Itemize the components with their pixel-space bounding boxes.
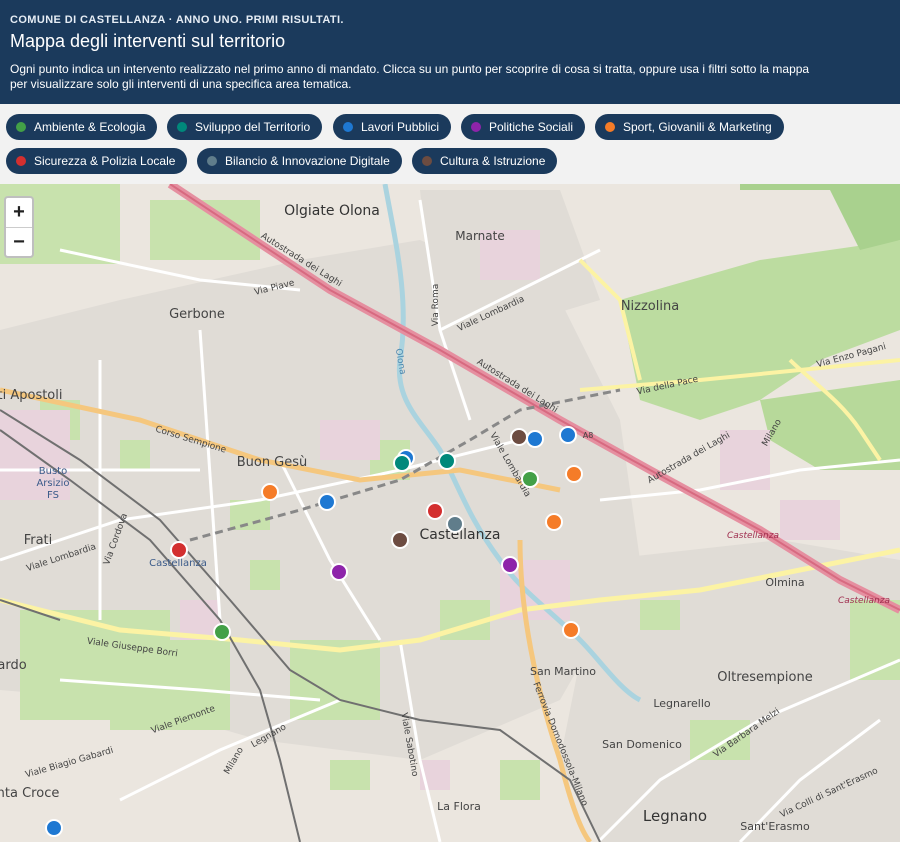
intervention-marker[interactable] [446, 515, 464, 533]
place-label: Castellanza [149, 558, 207, 569]
street-label: Via Roma [431, 284, 441, 326]
filter-ambiente-ecologia[interactable]: Ambiente & Ecologia [6, 114, 158, 140]
filter-label: Ambiente & Ecologia [34, 120, 146, 134]
intervention-marker[interactable] [438, 452, 456, 470]
category-dot [343, 122, 353, 132]
intervention-marker[interactable] [559, 426, 577, 444]
place-label: nta Croce [0, 786, 59, 801]
header-kicker: COMUNE DI CASTELLANZA · ANNO UNO. PRIMI … [10, 14, 344, 26]
filter-label: Lavori Pubblici [361, 120, 440, 134]
filter-sicurezza-polizia-locale[interactable]: Sicurezza & Polizia Locale [6, 148, 188, 174]
place-label: San Martino [530, 665, 596, 678]
intervention-marker[interactable] [510, 428, 528, 446]
filter-lavori-pubblici[interactable]: Lavori Pubblici [333, 114, 452, 140]
place-label: Legnarello [653, 697, 711, 710]
category-dot [16, 156, 26, 166]
intervention-marker[interactable] [545, 513, 563, 531]
zoom-in-button[interactable]: + [6, 198, 32, 227]
category-dot [422, 156, 432, 166]
place-label: Marnate [455, 229, 504, 243]
place-label: Gerbone [169, 307, 225, 322]
place-label: Busto [39, 466, 67, 477]
intervention-marker[interactable] [426, 502, 444, 520]
intervention-marker[interactable] [170, 541, 188, 559]
street-label: A8 [583, 431, 594, 440]
description-line: per visualizzare solo gli interventi di … [10, 77, 352, 91]
category-dot [207, 156, 217, 166]
place-label: Legnano [643, 807, 707, 825]
intervention-marker[interactable] [526, 430, 544, 448]
map-view[interactable]: Olgiate Olona Marnate Nizzolina Gerbone … [0, 184, 900, 842]
intervention-marker[interactable] [391, 531, 409, 549]
place-label: FS [47, 490, 59, 501]
intervention-marker[interactable] [318, 493, 336, 511]
page-header: COMUNE DI CASTELLANZA · ANNO UNO. PRIMI … [0, 0, 900, 104]
category-dot [605, 122, 615, 132]
place-label: Oltresempione [717, 670, 813, 685]
filter-label: Bilancio & Innovazione Digitale [225, 154, 390, 168]
filter-label: Cultura & Istruzione [440, 154, 546, 168]
intervention-marker[interactable] [562, 621, 580, 639]
place-label: Frati [24, 533, 53, 548]
place-label: Buon Gesù [237, 455, 308, 470]
place-label: Arsizio [36, 478, 69, 489]
filter-bilancio-innovazione-digitale[interactable]: Bilancio & Innovazione Digitale [197, 148, 402, 174]
place-label: La Flora [437, 800, 481, 813]
place-label: Castellanza [727, 531, 779, 541]
category-dot [177, 122, 187, 132]
filter-sviluppo-territorio[interactable]: Sviluppo del Territorio [167, 114, 323, 140]
place-label: ti Apostoli [0, 388, 63, 403]
zoom-out-button[interactable]: − [6, 227, 32, 257]
zoom-control: + − [4, 196, 34, 258]
place-label: San Domenico [602, 738, 682, 751]
category-dot [16, 122, 26, 132]
intervention-marker[interactable] [261, 483, 279, 501]
category-dot [471, 122, 481, 132]
description-line: Ogni punto indica un intervento realizza… [10, 62, 810, 76]
page-description: Ogni punto indica un intervento realizza… [10, 62, 890, 92]
filter-label: Sicurezza & Polizia Locale [34, 154, 176, 168]
intervention-marker[interactable] [521, 470, 539, 488]
filter-sport-giovanili-marketing[interactable]: Sport, Giovanili & Marketing [595, 114, 784, 140]
place-label: Olmina [765, 576, 804, 589]
place-label: Olgiate Olona [284, 203, 380, 219]
category-filters: Ambiente & Ecologia Sviluppo del Territo… [0, 104, 900, 184]
intervention-marker[interactable] [45, 819, 63, 837]
place-label: Sant'Erasmo [740, 820, 810, 833]
page-title: Mappa degli interventi sul territorio [10, 31, 286, 51]
place-label: Nizzolina [621, 299, 679, 314]
filter-label: Sviluppo del Territorio [195, 120, 311, 134]
intervention-marker[interactable] [501, 556, 519, 574]
filter-politiche-sociali[interactable]: Politiche Sociali [461, 114, 586, 140]
place-label: Castellanza [838, 596, 890, 606]
map-canvas[interactable]: Olgiate Olona Marnate Nizzolina Gerbone … [0, 184, 900, 842]
intervention-marker[interactable] [393, 454, 411, 472]
intervention-marker[interactable] [330, 563, 348, 581]
filter-cultura-istruzione[interactable]: Cultura & Istruzione [412, 148, 558, 174]
filter-label: Politiche Sociali [489, 120, 574, 134]
intervention-marker[interactable] [213, 623, 231, 641]
filter-label: Sport, Giovanili & Marketing [623, 120, 772, 134]
intervention-marker[interactable] [565, 465, 583, 483]
place-label: ardo [0, 658, 27, 673]
